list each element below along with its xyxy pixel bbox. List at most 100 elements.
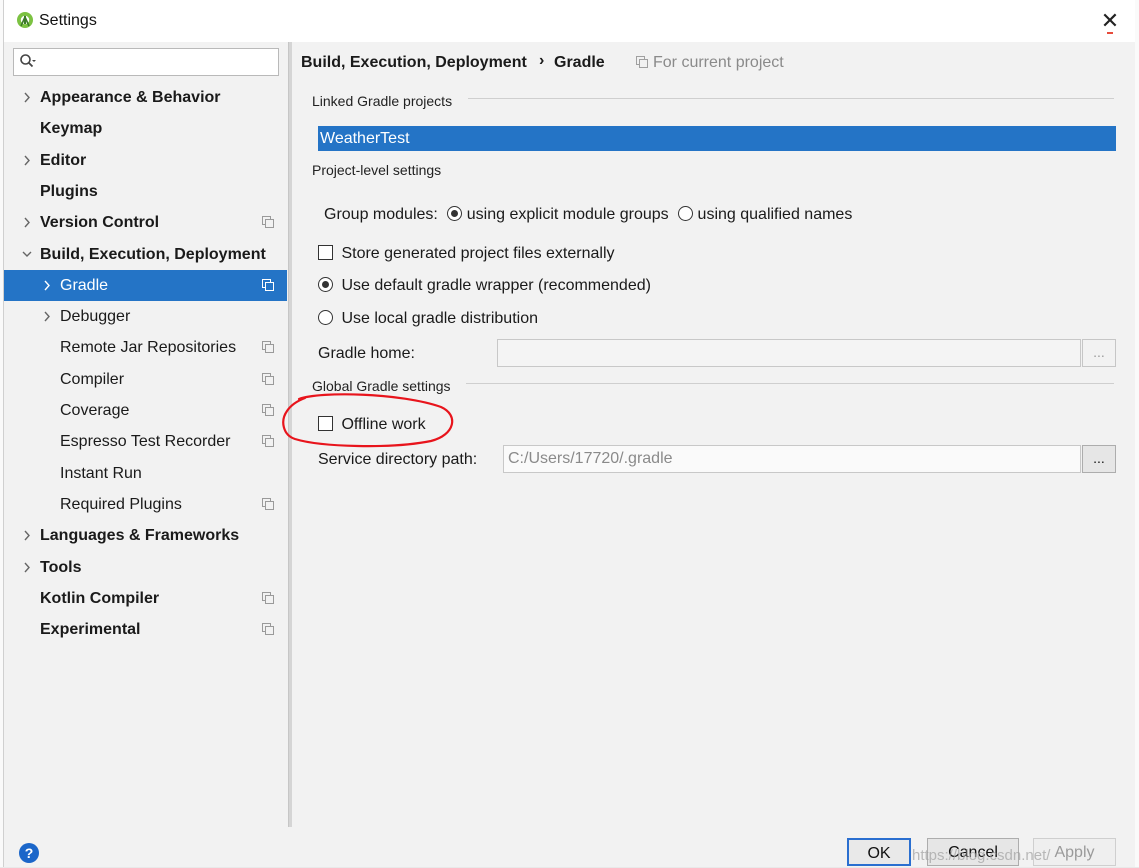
project-scope-icon — [262, 216, 274, 228]
sidebar-item-tools[interactable]: Tools — [4, 552, 287, 583]
sidebar-item-keymap[interactable]: Keymap — [4, 113, 287, 144]
project-scope-icon — [262, 279, 274, 291]
search-icon — [20, 54, 36, 68]
sidebar-item-label: Instant Run — [60, 465, 142, 482]
sidebar-item-required-plugins[interactable]: Required Plugins — [4, 489, 287, 520]
project-scope-icon — [262, 435, 274, 447]
gradle-home-field — [497, 339, 1081, 367]
linked-projects-heading: Linked Gradle projects — [312, 93, 453, 109]
sidebar-item-label: Appearance & Behavior — [40, 89, 221, 106]
sidebar-item-label: Compiler — [60, 371, 125, 388]
radio-local-distribution[interactable] — [318, 310, 333, 325]
use-local-row[interactable]: Use local gradle distribution — [318, 310, 538, 328]
separator — [468, 98, 1114, 99]
gradle-home-browse-button: ... — [1082, 339, 1116, 367]
sidebar-item-appearance-behavior[interactable]: Appearance & Behavior — [4, 82, 287, 113]
sidebar-item-label: Languages & Frameworks — [40, 527, 240, 544]
sidebar-item-label: Keymap — [40, 120, 103, 137]
project-scope-icon — [262, 498, 274, 510]
sidebar-item-label: Experimental — [40, 621, 141, 638]
radio-default-wrapper[interactable] — [318, 277, 333, 292]
list-item[interactable]: WeatherTest — [318, 130, 410, 147]
window-title: Settings — [39, 12, 97, 29]
service-directory-field[interactable]: C:/Users/17720/.gradle — [503, 445, 1081, 473]
gradle-home-label: Gradle home: — [318, 345, 415, 362]
sidebar-item-label: Espresso Test Recorder — [60, 433, 231, 450]
chevron-right-icon[interactable] — [40, 270, 54, 301]
project-scope-icon — [262, 623, 274, 635]
sidebar-item-remote-jar-repositories[interactable]: Remote Jar Repositories — [4, 332, 287, 363]
sidebar-item-editor[interactable]: Editor — [4, 145, 287, 176]
sidebar-item-label: Kotlin Compiler — [40, 590, 160, 607]
sidebar-item-espresso-test-recorder[interactable]: Espresso Test Recorder — [4, 426, 287, 457]
service-directory-browse-button[interactable]: ... — [1082, 445, 1116, 473]
linked-projects-list[interactable]: WeatherTest — [318, 126, 1116, 151]
chevron-right-icon[interactable] — [20, 82, 34, 113]
project-scope-icon — [262, 592, 274, 604]
use-wrapper-row[interactable]: Use default gradle wrapper (recommended) — [318, 277, 651, 295]
chevron-right-icon[interactable] — [20, 552, 34, 583]
sidebar-item-label: Editor — [40, 152, 87, 169]
settings-sidebar: Appearance & Behavior Keymap Editor Plugins… — [4, 42, 287, 827]
ok-button[interactable]: OK — [847, 838, 911, 866]
chevron-right-icon[interactable] — [20, 145, 34, 176]
service-directory-label: Service directory path: — [318, 451, 478, 468]
sidebar-item-plugins[interactable]: Plugins — [4, 176, 287, 207]
sidebar-item-kotlin-compiler[interactable]: Kotlin Compiler — [4, 583, 287, 614]
sidebar-item-label: Plugins — [40, 183, 98, 200]
project-scope-icon — [262, 341, 274, 353]
radio-explicit-label[interactable]: using explicit module groups — [467, 206, 669, 223]
sidebar-item-languages-frameworks[interactable]: Languages & Frameworks — [4, 520, 287, 551]
store-generated-row[interactable]: Store generated project files externally — [318, 245, 615, 263]
chevron-right-icon[interactable] — [40, 301, 54, 332]
breadcrumb-separator: › — [539, 52, 545, 69]
sidebar-item-build-execution-deployment[interactable]: Build, Execution, Deployment — [4, 239, 287, 270]
group-modules-label: Group modules: — [324, 206, 438, 223]
search-input[interactable] — [13, 48, 279, 76]
sidebar-item-experimental[interactable]: Experimental — [4, 614, 287, 645]
sidebar-item-label: Remote Jar Repositories — [60, 339, 237, 356]
close-icon[interactable]: ✕ — [1096, 8, 1124, 34]
chevron-right-icon[interactable] — [20, 207, 34, 238]
sidebar-item-gradle[interactable]: Gradle — [4, 270, 287, 301]
background-window-edge-right — [1135, 0, 1139, 867]
help-icon[interactable]: ? — [19, 843, 39, 863]
radio-qualified-label[interactable]: using qualified names — [698, 206, 853, 223]
separator — [466, 383, 1114, 384]
sidebar-item-compiler[interactable]: Compiler — [4, 364, 287, 395]
sidebar-item-coverage[interactable]: Coverage — [4, 395, 287, 426]
sidebar-item-label: Debugger — [60, 308, 131, 325]
radio-local-distribution-label[interactable]: Use local gradle distribution — [341, 310, 538, 327]
sidebar-item-debugger[interactable]: Debugger — [4, 301, 287, 332]
store-generated-label[interactable]: Store generated project files externally — [341, 245, 614, 262]
settings-dialog: Settings ✕ Appearance & Behavior Keymap Ed… — [4, 0, 1135, 867]
radio-default-wrapper-label[interactable]: Use default gradle wrapper (recommended) — [341, 277, 650, 294]
annotation-mark — [1107, 32, 1113, 34]
scope-label: For current project — [653, 54, 784, 71]
project-level-heading: Project-level settings — [312, 162, 442, 178]
sidebar-item-label: Build, Execution, Deployment — [40, 246, 266, 263]
sidebar-item-version-control[interactable]: Version Control — [4, 207, 287, 238]
global-settings-heading: Global Gradle settings — [312, 378, 451, 394]
sidebar-item-label: Coverage — [60, 402, 130, 419]
sidebar-item-label: Version Control — [40, 214, 160, 231]
chevron-down-icon[interactable] — [20, 239, 34, 270]
title-bar: Settings ✕ — [4, 0, 1135, 42]
red-circle-annotation — [282, 393, 454, 448]
sidebar-item-label: Tools — [40, 559, 82, 576]
project-scope-icon — [636, 56, 648, 68]
sidebar-item-label: Gradle — [60, 277, 109, 294]
dialog-footer: ? OK Cancel Apply https://blog.csdn.net/ — [4, 827, 1135, 867]
radio-qualified-names[interactable] — [678, 206, 694, 221]
breadcrumb-parent[interactable]: Build, Execution, Deployment — [301, 54, 527, 72]
watermark: https://blog.csdn.net/ — [912, 847, 1051, 864]
store-generated-checkbox[interactable] — [318, 245, 333, 260]
android-studio-icon — [17, 12, 33, 28]
radio-explicit-module-groups[interactable] — [447, 206, 463, 221]
project-scope-icon — [262, 404, 274, 416]
group-modules-row: Group modules: using explicit module gro… — [324, 206, 852, 224]
chevron-right-icon[interactable] — [20, 520, 34, 551]
sidebar-item-label: Required Plugins — [60, 496, 182, 513]
project-scope-icon — [262, 373, 274, 385]
sidebar-item-instant-run[interactable]: Instant Run — [4, 458, 287, 489]
